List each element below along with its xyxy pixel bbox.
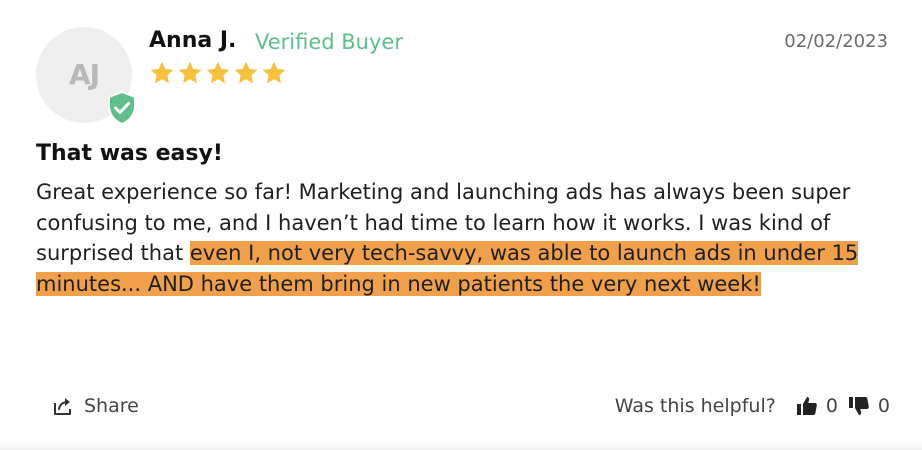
star-icon xyxy=(262,61,286,84)
downvote-button[interactable]: 0 xyxy=(848,395,890,417)
upvote-count: 0 xyxy=(825,395,838,417)
review-title: That was easy! xyxy=(36,141,223,166)
footer-divider xyxy=(0,440,922,450)
star-icon xyxy=(206,61,230,84)
shield-check-icon xyxy=(108,91,136,125)
verified-buyer-label: Verified Buyer xyxy=(255,30,403,54)
star-icon xyxy=(234,61,258,84)
helpful-section: Was this helpful? 0 0 xyxy=(615,395,890,417)
share-icon xyxy=(54,398,71,415)
thumbs-up-icon xyxy=(796,397,817,415)
thumbs-down-icon xyxy=(848,397,869,415)
review-body: Great experience so far! Marketing and l… xyxy=(36,177,896,299)
helpful-label: Was this helpful? xyxy=(614,395,776,417)
review-card: AJ Anna J. Verified Buyer 02/02/2023 Tha… xyxy=(0,0,922,450)
share-button[interactable]: Share xyxy=(52,395,139,417)
star-rating xyxy=(149,60,287,86)
star-icon xyxy=(150,61,174,84)
upvote-button[interactable]: 0 xyxy=(796,395,838,417)
star-icon xyxy=(178,61,202,84)
share-label: Share xyxy=(84,395,139,417)
downvote-count: 0 xyxy=(877,395,890,417)
review-date: 02/02/2023 xyxy=(784,31,888,52)
author-name: Anna J. xyxy=(149,28,237,53)
